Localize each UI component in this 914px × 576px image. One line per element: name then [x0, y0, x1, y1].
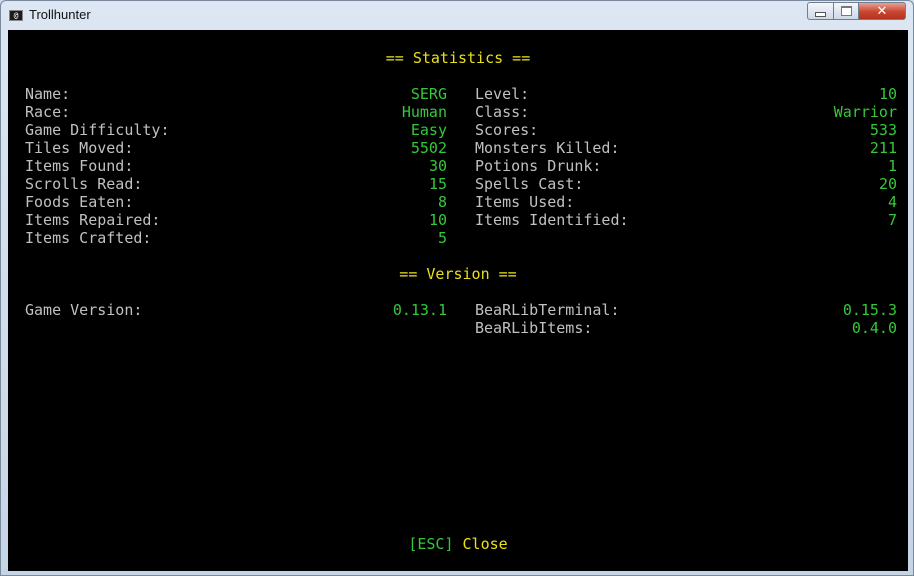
- version-label: BeaRLibItems:: [475, 319, 593, 337]
- stat-label: Items Used:: [475, 193, 575, 211]
- stat-label: Monsters Killed:: [475, 139, 620, 157]
- stat-row: Monsters Killed: 211: [8, 139, 908, 157]
- stat-row: Scores: 533: [8, 121, 908, 139]
- stat-value: 1: [887, 157, 897, 175]
- close-icon: ✕: [876, 3, 888, 19]
- stat-value: 5: [437, 229, 447, 247]
- stat-value: 10: [878, 85, 897, 103]
- stat-label: Items Crafted:: [25, 229, 152, 247]
- stat-row: Potions Drunk: 1: [8, 157, 908, 175]
- version-row: BeaRLibItems: 0.4.0: [8, 319, 908, 337]
- terminal-screen: == Statistics == Name: SERG Race: Human Ga…: [8, 30, 908, 571]
- stat-label: Potions Drunk:: [475, 157, 602, 175]
- maximize-icon: [840, 6, 852, 16]
- esc-key-hint: [ESC]: [408, 535, 454, 553]
- window-title: Trollhunter: [29, 7, 91, 22]
- stat-value: Warrior: [833, 103, 897, 121]
- statistics-header: == Statistics ==: [385, 49, 531, 67]
- stat-label: Class:: [475, 103, 530, 121]
- version-value: 0.4.0: [851, 319, 897, 337]
- stat-value: 533: [869, 121, 897, 139]
- version-value: 0.15.3: [842, 301, 897, 319]
- version-header: == Version ==: [399, 265, 517, 283]
- stat-row: Level: 10: [8, 85, 908, 103]
- app-window: @ Trollhunter ✕ == Statistics == Name: SE…: [0, 0, 914, 576]
- stat-value: 211: [869, 139, 897, 157]
- stat-value: 7: [887, 211, 897, 229]
- minimize-button[interactable]: [807, 2, 834, 20]
- stat-row: Class: Warrior: [8, 103, 908, 121]
- title-bar[interactable]: @ Trollhunter ✕: [1, 1, 913, 30]
- version-label: BeaRLibTerminal:: [475, 301, 620, 319]
- stat-row: Spells Cast: 20: [8, 175, 908, 193]
- close-action-label: Close: [462, 535, 508, 553]
- console-icon: @: [9, 10, 23, 21]
- stat-label: Items Identified:: [475, 211, 629, 229]
- stat-value: 20: [878, 175, 897, 193]
- stat-label: Spells Cast:: [475, 175, 584, 193]
- version-row: BeaRLibTerminal: 0.15.3: [8, 301, 908, 319]
- stat-value: 4: [887, 193, 897, 211]
- stat-label: Level:: [475, 85, 530, 103]
- maximize-button[interactable]: [833, 2, 859, 20]
- close-prompt[interactable]: [ESC] Close: [8, 535, 908, 553]
- stat-row: Items Identified: 7: [8, 211, 908, 229]
- close-window-button[interactable]: ✕: [858, 2, 906, 20]
- stat-row: Items Crafted: 5: [8, 229, 908, 247]
- stat-row: Items Used: 4: [8, 193, 908, 211]
- stat-label: Scores:: [475, 121, 539, 139]
- minimize-icon: [815, 11, 826, 17]
